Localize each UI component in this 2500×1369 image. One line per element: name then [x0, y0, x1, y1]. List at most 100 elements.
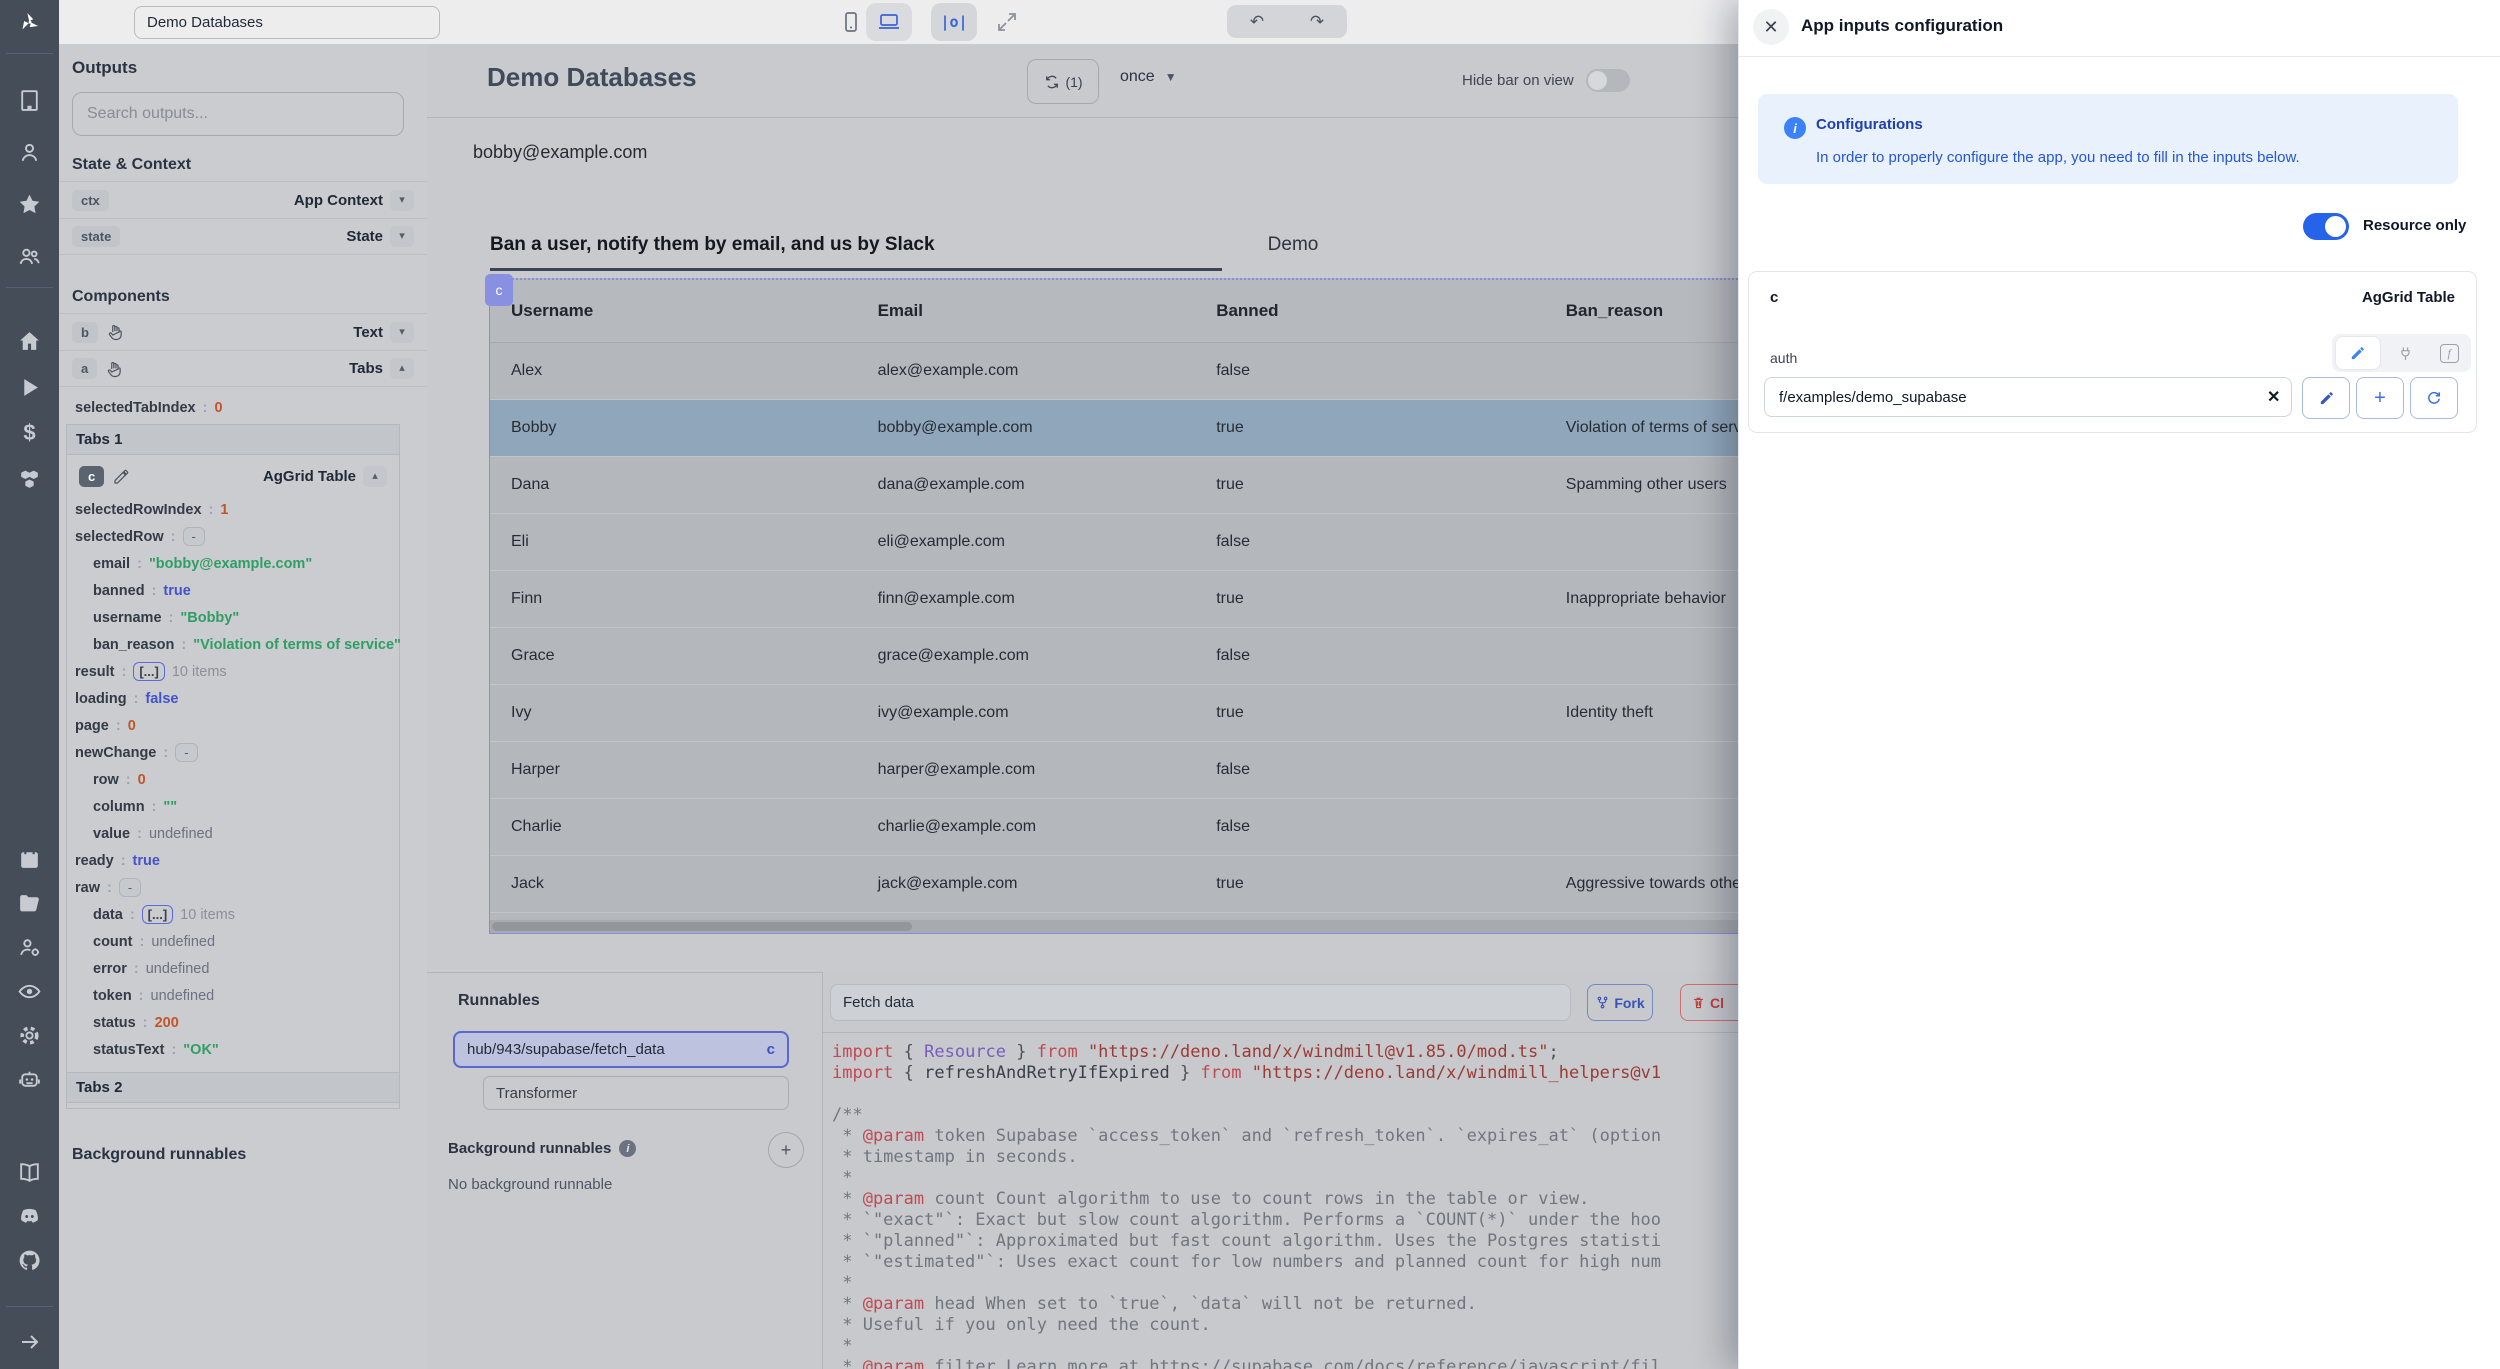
table-row[interactable]: Jackjack@example.comtrueAggressive towar… — [490, 856, 1738, 913]
output-kv-row[interactable]: data:[...]10 items — [75, 901, 405, 928]
output-kv-row[interactable]: ready:true — [75, 847, 405, 874]
hide-bar-toggle[interactable] — [1586, 69, 1630, 92]
chevron-up-icon[interactable]: ▴ — [363, 466, 387, 487]
rail-calendar-icon[interactable] — [0, 837, 59, 881]
static-mode-button[interactable] — [2336, 337, 2380, 369]
fork-button[interactable]: Fork — [1587, 984, 1653, 1021]
resource-path-input[interactable] — [1764, 377, 2292, 417]
output-kv-row[interactable]: newChange:- — [75, 739, 405, 766]
scrollbar-thumb[interactable] — [492, 922, 912, 931]
output-row-a[interactable]: a Tabs ▴ — [59, 350, 427, 387]
selected-tab-index-line[interactable]: selectedTabIndex : 0 — [75, 394, 223, 421]
schedule-select[interactable]: once▼ — [1120, 68, 1177, 86]
eval-mode-button[interactable]: f — [2431, 337, 2467, 369]
table-row[interactable]: Ivyivy@example.comtrueIdentity theft — [490, 685, 1738, 742]
transformer-item[interactable]: Transformer — [483, 1076, 789, 1110]
chevron-down-icon[interactable]: ▾ — [390, 190, 414, 211]
tab-demo[interactable]: Demo — [1246, 234, 1340, 272]
rail-cubes-icon[interactable] — [0, 456, 59, 502]
horizontal-scrollbar[interactable] — [490, 920, 1738, 933]
array-expand-toggle[interactable]: [...] — [142, 905, 174, 924]
table-row[interactable]: Finnfinn@example.comtrueInappropriate be… — [490, 571, 1738, 628]
column-header-email[interactable]: Email — [857, 301, 1196, 321]
rail-users-icon[interactable] — [0, 230, 59, 282]
output-kv-row[interactable]: error:undefined — [75, 955, 405, 982]
output-kv-row[interactable]: count:undefined — [75, 928, 405, 955]
rail-star-icon[interactable] — [0, 178, 59, 230]
output-kv-row[interactable]: page:0 — [75, 712, 405, 739]
runnable-item-selected[interactable]: hub/943/supabase/fetch_data c — [453, 1031, 789, 1068]
output-row-c[interactable]: c AgGrid Table ▴ — [66, 458, 400, 495]
output-row-b[interactable]: b Text ▾ — [59, 313, 427, 350]
collapse-toggle[interactable]: - — [119, 878, 141, 897]
add-resource-button[interactable]: + — [2356, 377, 2404, 419]
column-header-username[interactable]: Username — [490, 301, 857, 321]
collapse-toggle[interactable]: - — [175, 743, 197, 762]
rail-user-icon[interactable] — [0, 126, 59, 178]
pencil-icon[interactable] — [112, 468, 130, 486]
code-content[interactable]: import { Resource } from "https://deno.l… — [832, 1042, 1661, 1369]
table-row[interactable]: Gracegrace@example.comfalse — [490, 628, 1738, 685]
rail-user-cog-icon[interactable] — [0, 925, 59, 969]
collapse-toggle[interactable]: - — [183, 527, 205, 546]
output-kv-row[interactable]: loading:false — [75, 685, 405, 712]
refresh-resource-button[interactable] — [2410, 377, 2458, 419]
column-header-banned[interactable]: Banned — [1195, 301, 1545, 321]
rail-building-icon[interactable] — [0, 74, 59, 126]
app-name-input[interactable] — [134, 6, 440, 39]
connect-mode-button[interactable] — [2387, 337, 2423, 369]
text-component[interactable]: bobby@example.com — [473, 142, 647, 163]
output-row-state[interactable]: state State ▾ — [59, 218, 427, 255]
aggrid-table-component[interactable]: UsernameEmailBannedBan_reason Alexalex@e… — [489, 278, 1738, 934]
output-kv-row[interactable]: selectedRowIndex:1 — [75, 496, 405, 523]
close-icon[interactable]: ✕ — [1753, 9, 1789, 45]
table-row[interactable]: Alexalex@example.comfalse — [490, 343, 1738, 400]
output-kv-row[interactable]: column:"" — [75, 793, 405, 820]
edit-resource-button[interactable] — [2302, 377, 2350, 419]
chevron-down-icon[interactable]: ▾ — [390, 226, 414, 247]
rail-home-icon[interactable] — [0, 318, 59, 364]
output-row-ctx[interactable]: ctx App Context ▾ — [59, 181, 427, 218]
selected-component-tag[interactable]: c — [485, 274, 513, 306]
output-kv-row[interactable]: ban_reason:"Violation of terms of servic… — [75, 631, 405, 658]
output-kv-row[interactable]: row:0 — [75, 766, 405, 793]
rail-robot-icon[interactable] — [0, 1057, 59, 1101]
output-kv-row[interactable]: username:"Bobby" — [75, 604, 405, 631]
table-row[interactable]: Harperharper@example.comfalse — [490, 742, 1738, 799]
output-kv-row[interactable]: banned:true — [75, 577, 405, 604]
array-expand-toggle[interactable]: [...] — [133, 662, 165, 681]
rail-github-icon[interactable] — [0, 1238, 59, 1282]
output-kv-row[interactable]: raw:- — [75, 874, 405, 901]
resource-only-toggle[interactable] — [2303, 213, 2349, 240]
output-kv-row[interactable]: value:undefined — [75, 820, 405, 847]
chevron-down-icon[interactable]: ▾ — [390, 322, 414, 343]
rail-eye-icon[interactable] — [0, 969, 59, 1013]
windmill-logo-icon[interactable] — [0, 0, 59, 44]
tabs2-header[interactable]: Tabs 2 — [66, 1072, 400, 1103]
column-header-ban_reason[interactable]: Ban_reason — [1545, 301, 1738, 321]
tabs1-header[interactable]: Tabs 1 — [66, 424, 400, 455]
component-outline-toggle[interactable]: |o| — [931, 3, 977, 41]
table-row[interactable]: Danadana@example.comtrueSpamming other u… — [490, 457, 1738, 514]
output-kv-row[interactable]: status:200 — [75, 1009, 405, 1036]
rail-folder-icon[interactable] — [0, 881, 59, 925]
runnable-name-input[interactable] — [830, 984, 1571, 1021]
table-row[interactable]: Elieli@example.comfalse — [490, 514, 1738, 571]
undo-button[interactable]: ↶ — [1237, 8, 1277, 36]
add-background-runnable-button[interactable]: + — [768, 1132, 804, 1168]
rail-gear-icon[interactable] — [0, 1013, 59, 1057]
chevron-up-icon[interactable]: ▴ — [390, 358, 414, 379]
rail-play-icon[interactable] — [0, 364, 59, 410]
redo-button[interactable]: ↷ — [1297, 8, 1337, 36]
tab-ban-user[interactable]: Ban a user, notify them by email, and us… — [490, 234, 1222, 272]
output-kv-row[interactable]: selectedRow:- — [75, 523, 405, 550]
output-kv-row[interactable]: result:[...]10 items — [75, 658, 405, 685]
fullscreen-button[interactable] — [984, 3, 1030, 41]
refresh-app-button[interactable]: (1) — [1027, 59, 1099, 104]
rail-discord-icon[interactable] — [0, 1194, 59, 1238]
desktop-view-button[interactable] — [866, 3, 912, 41]
rail-expand-button[interactable] — [0, 1322, 59, 1362]
output-kv-row[interactable]: token:undefined — [75, 982, 405, 1009]
table-row[interactable]: Bobbybobby@example.comtrueViolation of t… — [490, 400, 1738, 457]
table-row[interactable]: Charliecharlie@example.comfalse — [490, 799, 1738, 856]
